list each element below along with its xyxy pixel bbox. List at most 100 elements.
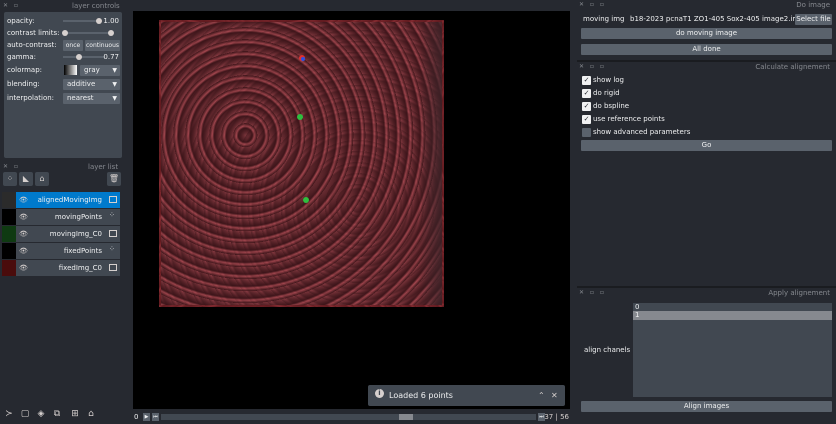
- go-button[interactable]: Go: [581, 140, 832, 151]
- continuous-button[interactable]: continuous: [85, 40, 120, 51]
- layer-name: fixedImg_C0: [58, 264, 102, 272]
- dock-buttons[interactable]: ✕ ▫: [3, 163, 20, 170]
- interpolation-row: interpolation: nearest ▼: [7, 92, 121, 104]
- gamma-row: gamma: 0.77: [7, 51, 121, 63]
- layer-row[interactable]: 👁 alignedMovingImg: [2, 192, 120, 208]
- channel-item[interactable]: 1: [633, 311, 832, 320]
- auto-contrast-row: auto-contrast: once continuous: [7, 39, 121, 51]
- contrast-max-handle[interactable]: [108, 30, 114, 36]
- opacity-value: 1.00: [103, 17, 119, 25]
- eye-icon[interactable]: 👁: [19, 260, 28, 276]
- point-marker: [297, 114, 303, 120]
- chevron-down-icon: ▼: [112, 95, 117, 102]
- do-moving-image-button[interactable]: do moving image: [581, 28, 832, 39]
- opacity-slider-handle[interactable]: [96, 18, 102, 24]
- home-icon[interactable]: ⌂: [84, 407, 98, 421]
- console-icon[interactable]: ≻: [2, 407, 16, 421]
- eye-icon[interactable]: 👁: [19, 243, 28, 259]
- option-checkbox[interactable]: ✓ do bspline: [582, 101, 782, 112]
- expand-icon[interactable]: ⌃: [538, 385, 545, 406]
- info-icon: i: [375, 389, 384, 398]
- layer-controls-title: layer controls: [72, 2, 120, 10]
- opacity-slider[interactable]: [63, 20, 99, 22]
- checkbox-icon[interactable]: ✓: [582, 102, 591, 111]
- calculate-alignment-title: Calculate alignement: [755, 63, 830, 71]
- checkbox-icon[interactable]: ✓: [582, 115, 591, 124]
- option-checkbox[interactable]: ✓ show log: [582, 75, 782, 86]
- option-label: do rigid: [593, 89, 620, 97]
- auto-contrast-label: auto-contrast:: [7, 41, 57, 49]
- layer-controls-panel: ✕ ▫ layer controls opacity: 1.00 contras…: [0, 0, 128, 162]
- apply-alignment-title: Apply alignement: [768, 289, 830, 297]
- checkbox-icon[interactable]: [582, 128, 591, 137]
- layer-row[interactable]: 👁 movingPoints ⁘: [2, 209, 120, 225]
- all-done-button[interactable]: All done: [581, 44, 832, 55]
- point-marker: [303, 197, 309, 203]
- layer-thumbnail: [2, 192, 16, 208]
- checkbox-icon[interactable]: ✓: [582, 76, 591, 85]
- colormap-select[interactable]: gray ▼: [80, 65, 120, 76]
- blending-select[interactable]: additive ▼: [63, 79, 120, 90]
- apply-alignment-panel: ✕ ▫ ▫ Apply alignement align chanels 01 …: [577, 288, 836, 418]
- contrast-row: contrast limits:: [7, 27, 121, 39]
- interpolation-select[interactable]: nearest ▼: [63, 93, 120, 104]
- once-button[interactable]: once: [63, 40, 83, 51]
- step-icon[interactable]: ⏮: [152, 413, 159, 421]
- dims-slider-handle[interactable]: [399, 414, 414, 420]
- transpose-icon[interactable]: ⧉: [50, 407, 64, 421]
- option-label: show log: [593, 76, 624, 84]
- layer-tools: ⁘ ◣ ⌂ 🗑: [2, 172, 126, 188]
- gamma-label: gamma:: [7, 53, 37, 61]
- close-icon[interactable]: ✕: [551, 385, 558, 406]
- select-file-button[interactable]: Select file: [795, 14, 832, 25]
- dims-slider-bar: 0 ▶ ⏮ ⏭ 37 | 56: [128, 410, 573, 424]
- contrast-label: contrast limits:: [7, 29, 60, 37]
- fixed-point-marker: [301, 57, 305, 61]
- chevron-down-icon: ▼: [112, 81, 117, 88]
- layer-row[interactable]: 👁 fixedImg_C0: [2, 260, 120, 276]
- layer-thumbnail: [2, 226, 16, 242]
- dock-buttons[interactable]: ✕ ▫: [3, 2, 20, 9]
- option-checkbox[interactable]: ✓ do rigid: [582, 88, 782, 99]
- grid-icon[interactable]: ⊞: [68, 407, 82, 421]
- dims-slider[interactable]: [161, 414, 536, 420]
- option-checkbox[interactable]: ✓ use reference points: [582, 114, 782, 125]
- roll-icon[interactable]: ◈: [34, 407, 48, 421]
- play-icon[interactable]: ▶: [143, 413, 150, 421]
- colormap-value: gray: [84, 66, 100, 74]
- image-layer-icon: [109, 196, 117, 203]
- option-label: do bspline: [593, 102, 630, 110]
- ndisplay-icon[interactable]: ▢: [18, 407, 32, 421]
- moving-img-label: moving img: [583, 15, 625, 23]
- option-checkbox[interactable]: show advanced parameters: [582, 127, 782, 138]
- viewer-canvas[interactable]: i Loaded 6 points ⌃ ✕: [133, 11, 570, 409]
- layer-row[interactable]: 👁 movingImg_C0: [2, 226, 120, 242]
- align-images-button[interactable]: Align images: [581, 401, 832, 412]
- eye-icon[interactable]: 👁: [19, 192, 28, 208]
- channel-list[interactable]: 01: [633, 303, 832, 397]
- align-chanels-label: align chanels: [584, 346, 631, 354]
- colormap-label: colormap:: [7, 66, 43, 74]
- eye-icon[interactable]: 👁: [19, 209, 28, 225]
- contrast-slider[interactable]: [63, 32, 113, 34]
- dock-buttons[interactable]: ✕ ▫ ▫: [579, 63, 606, 70]
- new-labels-layer-icon[interactable]: ⌂: [35, 172, 49, 186]
- points-layer-icon: ⁘: [109, 211, 115, 219]
- dims-total: 56: [560, 413, 569, 421]
- new-points-layer-icon[interactable]: ⁘: [3, 172, 17, 186]
- opacity-label: opacity:: [7, 17, 35, 25]
- layer-row[interactable]: 👁 fixedPoints ⁘: [2, 243, 120, 259]
- eye-icon[interactable]: 👁: [19, 226, 28, 242]
- dock-buttons[interactable]: ✕ ▫ ▫: [579, 1, 606, 8]
- dock-buttons[interactable]: ✕ ▫ ▫: [579, 289, 606, 296]
- contrast-min-handle[interactable]: [62, 30, 68, 36]
- do-image-title: Do image: [796, 1, 830, 9]
- dims-start-label: 0: [134, 413, 139, 421]
- new-shapes-layer-icon[interactable]: ◣: [19, 172, 33, 186]
- delete-layer-icon[interactable]: 🗑: [107, 172, 121, 186]
- checkbox-icon[interactable]: ✓: [582, 89, 591, 98]
- gamma-slider-handle[interactable]: [75, 54, 82, 60]
- layer-thumbnail: [2, 209, 16, 225]
- gamma-slider[interactable]: [63, 56, 105, 58]
- aligned-image: [159, 20, 444, 307]
